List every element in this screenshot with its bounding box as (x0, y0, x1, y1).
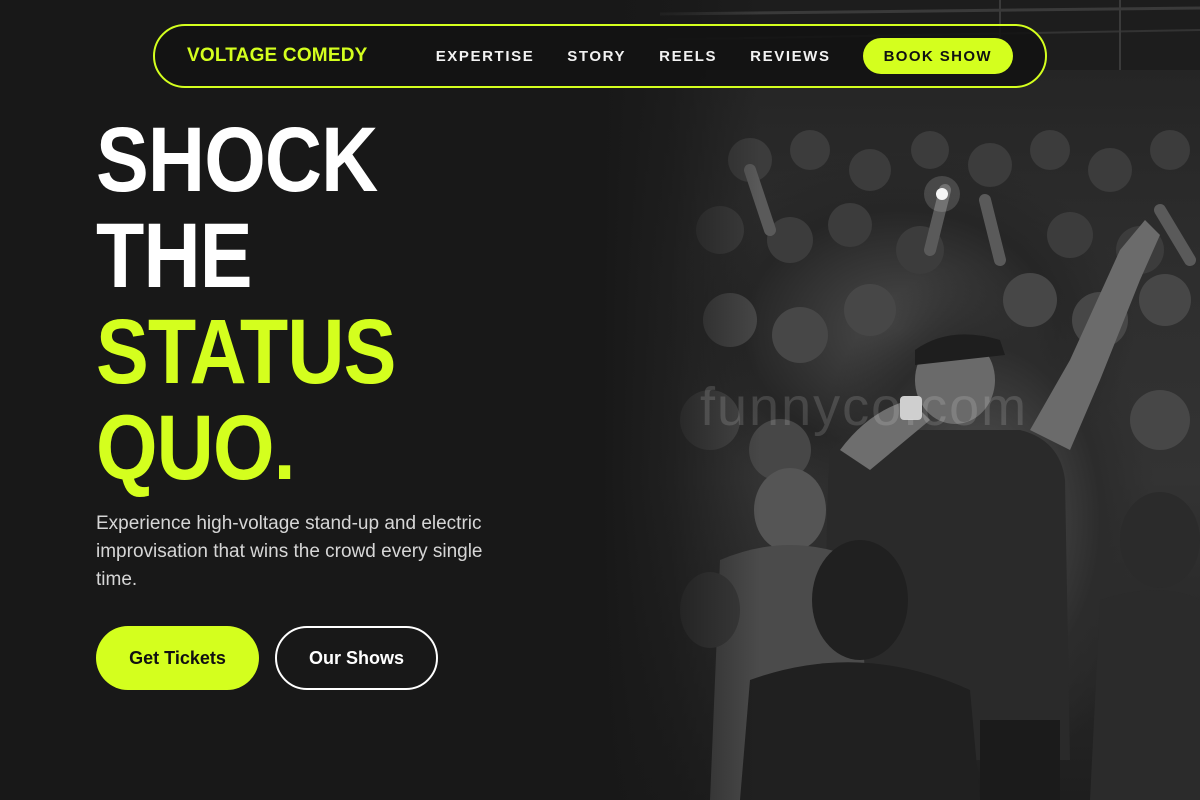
hero-headline: SHOCK THE STATUS QUO. (96, 112, 396, 496)
get-tickets-button[interactable]: Get Tickets (96, 626, 259, 690)
hero-subtitle: Experience high-voltage stand-up and ele… (96, 513, 483, 590)
book-show-button[interactable]: BOOK SHOW (862, 38, 1013, 74)
nav-link-reels[interactable]: REELS (659, 48, 717, 65)
hero-photo: funnyco.com (600, 0, 1200, 800)
nav-link-reviews[interactable]: REVIEWS (750, 48, 830, 65)
headline-line-1: SHOCK (96, 109, 378, 211)
headline-line-4: QUO. (96, 397, 296, 499)
watermark: funnyco.com (700, 377, 1029, 437)
nav-link-expertise[interactable]: EXPERTISE (436, 48, 535, 65)
headline-line-2: THE (96, 205, 253, 307)
our-shows-button[interactable]: Our Shows (275, 626, 438, 690)
top-navigation: VOLTAGE COMEDY EXPERTISE STORY REELS REV… (153, 24, 1047, 88)
nav-link-story[interactable]: STORY (567, 48, 626, 65)
headline-line-3: STATUS (96, 301, 396, 403)
brand-logo[interactable]: VOLTAGE COMEDY (187, 45, 368, 67)
nav-links: EXPERTISE STORY REELS REVIEWS BOOK SHOW (436, 38, 1013, 74)
